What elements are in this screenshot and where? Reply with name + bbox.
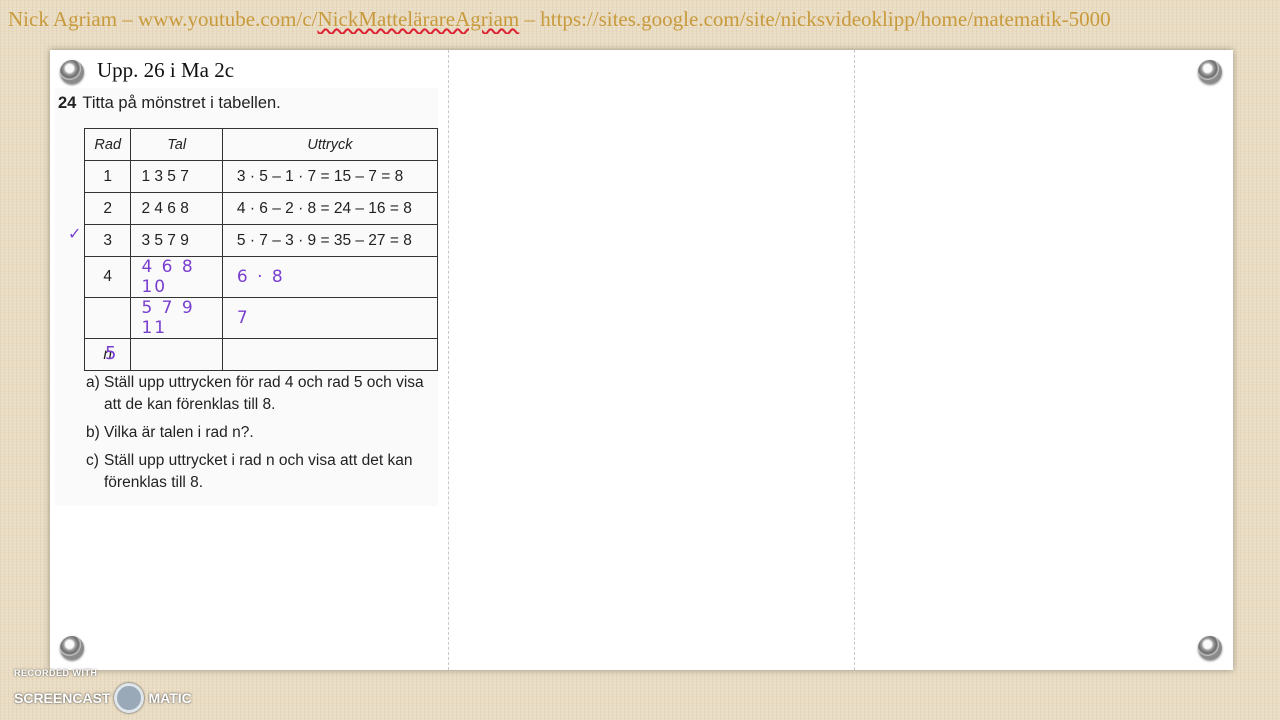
question-label: b) xyxy=(86,424,100,441)
watermark-caption: RECORDED WITH xyxy=(14,668,98,678)
question-item: c) Ställ upp uttrycket i rad n och visa … xyxy=(86,450,436,494)
column-divider xyxy=(448,50,449,670)
header-prefix: Nick Agriam – www.youtube.com/c/ xyxy=(8,7,318,31)
row-number: 3 xyxy=(83,224,132,257)
task-number: 24 xyxy=(58,94,77,112)
row-numbers: 3 5 7 9 xyxy=(130,224,223,257)
question-list: a) Ställ upp uttrycken för rad 4 och rad… xyxy=(86,372,436,500)
row-number: 4 xyxy=(83,256,132,298)
row-numbers: 1 3 5 7 xyxy=(130,160,223,193)
column-header: Rad xyxy=(83,128,132,161)
handwritten-numbers: 4 6 8 10 xyxy=(130,256,223,298)
column-divider xyxy=(854,50,855,670)
pin-icon xyxy=(1198,60,1222,84)
row-expression xyxy=(221,338,439,371)
watermark-right: MATIC xyxy=(148,690,192,706)
pin-icon xyxy=(1198,636,1222,660)
youtube-channel-link[interactable]: NickMattelärareAgriam xyxy=(318,7,520,31)
task-text: Titta på mönstret i tabellen. xyxy=(82,94,281,112)
table-row: 2 2 4 6 8 4 · 6 – 2 · 8 = 24 – 16 = 8 xyxy=(83,192,439,225)
table-row: 4 4 6 8 10 6 · 8 xyxy=(83,256,439,298)
pin-icon xyxy=(60,636,84,660)
table-row: n xyxy=(83,338,439,371)
task-heading: 24 Titta på mönstret i tabellen. xyxy=(58,94,281,113)
question-text: Ställ upp uttrycken för rad 4 och rad 5 … xyxy=(104,374,424,413)
question-text: Vilka är talen i rad n?. xyxy=(104,424,254,441)
row-number xyxy=(83,297,132,339)
question-item: b) Vilka är talen i rad n?. xyxy=(86,422,436,444)
table-header-row: Rad Tal Uttryck xyxy=(83,128,439,161)
handwritten-expression: 6 · 8 xyxy=(221,256,439,298)
row-numbers: 2 4 6 8 xyxy=(130,192,223,225)
row-number: 2 xyxy=(83,192,132,225)
handwritten-check-icon: ✓ xyxy=(68,226,82,243)
record-icon xyxy=(114,683,145,713)
question-label: a) xyxy=(86,374,100,391)
question-label: c) xyxy=(86,452,99,469)
row-expression: 4 · 6 – 2 · 8 = 24 – 16 = 8 xyxy=(221,192,439,225)
handwritten-row-label: 5 xyxy=(105,343,117,364)
table-row: 5 7 9 11 7 xyxy=(83,297,439,339)
question-text: Ställ upp uttrycket i rad n och visa att… xyxy=(104,452,413,491)
question-item: a) Ställ upp uttrycken för rad 4 och rad… xyxy=(86,372,436,416)
row-expression: 3 · 5 – 1 · 7 = 15 – 7 = 8 xyxy=(221,160,439,193)
header-suffix: – https://sites.google.com/site/nicksvid… xyxy=(519,7,1111,31)
watermark-left: SCREENCAST xyxy=(14,690,111,706)
screencast-watermark: SCREENCAST MATIC xyxy=(14,683,192,713)
column-header: Tal xyxy=(130,128,223,161)
textbook-excerpt: 24 Titta på mönstret i tabellen. Rad Tal … xyxy=(55,88,439,506)
row-expression: 5 · 7 – 3 · 9 = 35 – 27 = 8 xyxy=(221,224,439,257)
header-attribution: Nick Agriam – www.youtube.com/c/NickMatt… xyxy=(8,4,1272,34)
pattern-table: Rad Tal Uttryck 1 1 3 5 7 3 · 5 – 1 · 7 … xyxy=(83,128,439,371)
column-header: Uttryck xyxy=(221,128,439,161)
pin-icon xyxy=(60,60,84,84)
slide-title: Upp. 26 i Ma 2c xyxy=(97,58,235,82)
table-row: 3 3 5 7 9 5 · 7 – 3 · 9 = 35 – 27 = 8 xyxy=(83,224,439,257)
table-row: 1 1 3 5 7 3 · 5 – 1 · 7 = 15 – 7 = 8 xyxy=(83,160,439,193)
row-numbers xyxy=(130,338,223,371)
whiteboard-page: Upp. 26 i Ma 2c 24 Titta på mönstret i ta… xyxy=(50,50,1233,670)
handwritten-expression: 7 xyxy=(221,297,439,339)
row-number: 1 xyxy=(83,160,132,193)
handwritten-numbers: 5 7 9 11 xyxy=(130,297,223,339)
